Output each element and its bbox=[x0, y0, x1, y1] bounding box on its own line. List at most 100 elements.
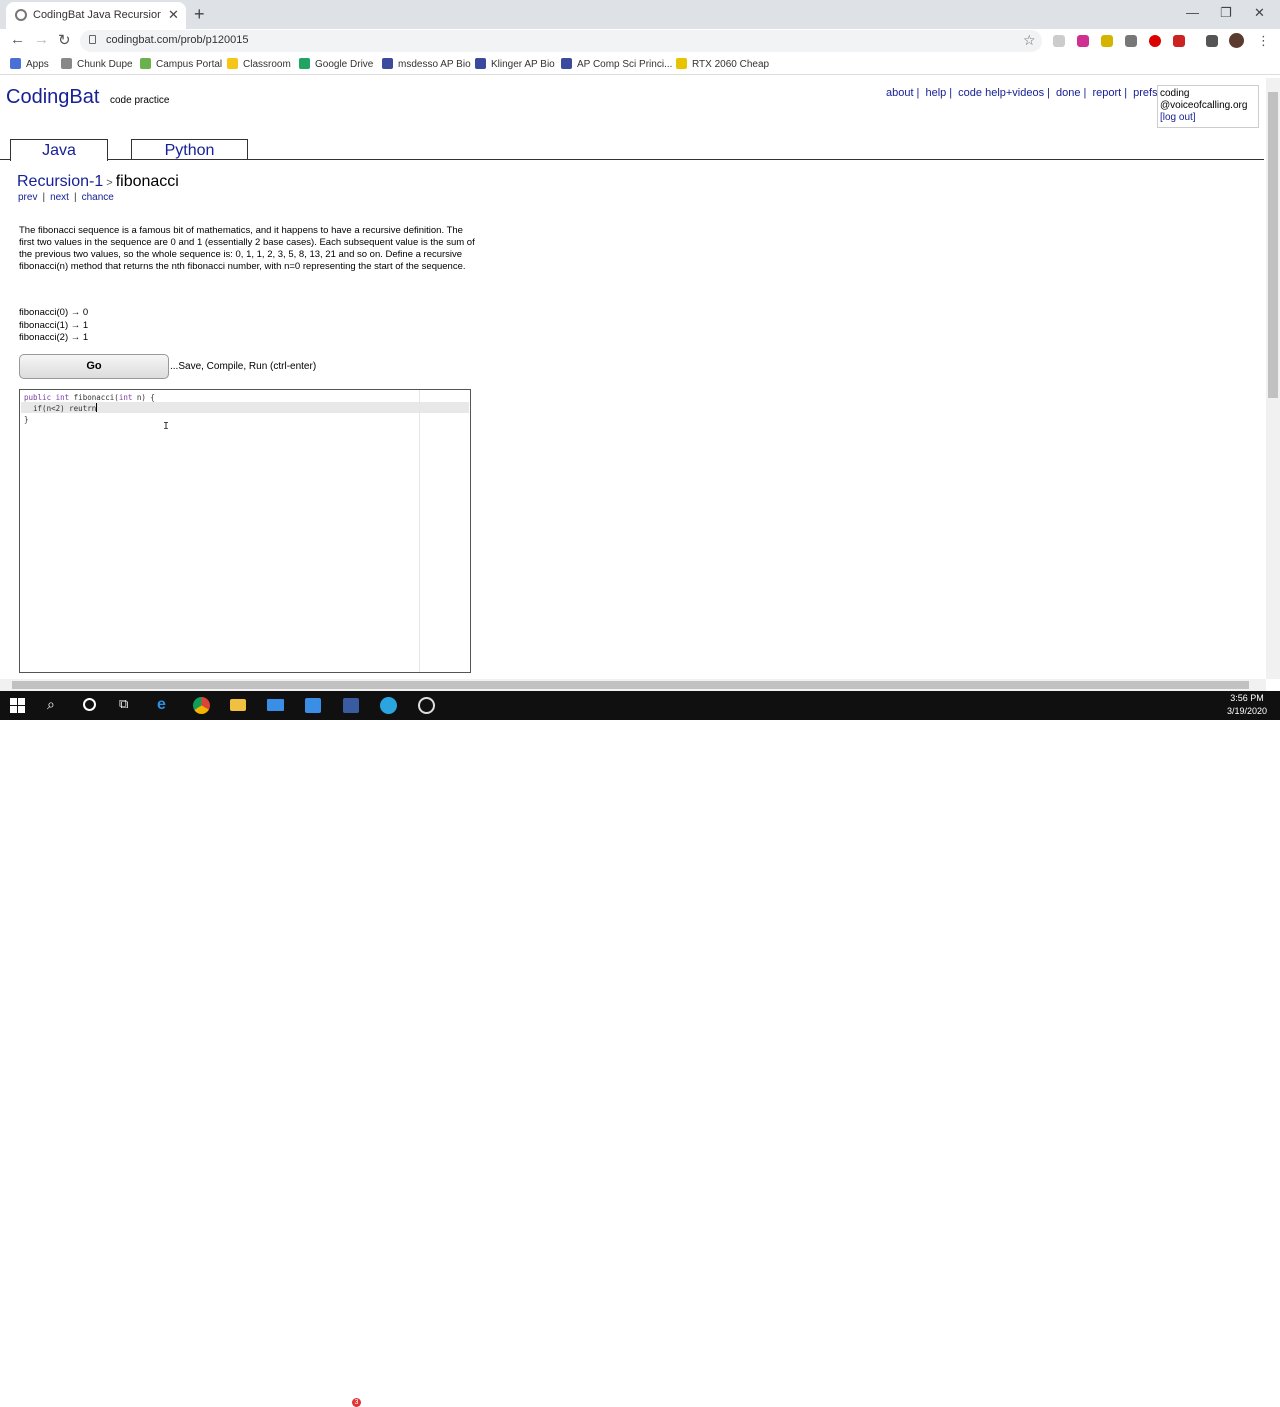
bookmark-icon bbox=[61, 58, 72, 69]
bookmark-item[interactable]: RTX 2060 Cheap bbox=[676, 58, 769, 70]
link-done[interactable]: done bbox=[1056, 87, 1080, 99]
top-links: about | help | code help+videos | done | rep… bbox=[886, 87, 1158, 99]
examples: fibonacci(0) → 0 fibonacci(1) → 1 fibona… bbox=[19, 307, 88, 345]
example-line: fibonacci(0) → 0 bbox=[19, 307, 89, 318]
extension-icon[interactable] bbox=[1053, 35, 1065, 47]
bookmark-icon bbox=[140, 58, 151, 69]
app-icon[interactable] bbox=[418, 697, 435, 714]
bookmark-item[interactable]: Campus Portal bbox=[140, 58, 222, 70]
system-clock[interactable]: 3:56 PM 3/19/2020 bbox=[1222, 692, 1272, 718]
code-editor[interactable]: public int fibonacci(int n) { if(n<2) re… bbox=[19, 389, 471, 673]
reload-icon[interactable]: ↻ bbox=[58, 31, 71, 49]
chrome-icon[interactable] bbox=[193, 697, 210, 714]
link-prefs[interactable]: prefs bbox=[1133, 87, 1157, 99]
link-about[interactable]: about bbox=[886, 87, 914, 99]
link-code-help-videos[interactable]: code help+videos bbox=[958, 87, 1044, 99]
example-line: fibonacci(2) → 1 bbox=[19, 332, 89, 343]
menu-icon[interactable]: ⋮ bbox=[1257, 33, 1270, 49]
close-tab-icon[interactable]: ✕ bbox=[168, 7, 179, 23]
task-view-icon[interactable]: ⧉ bbox=[119, 696, 137, 714]
extension-icon[interactable] bbox=[1149, 35, 1161, 47]
extension-icon[interactable] bbox=[1125, 35, 1137, 47]
lock-icon bbox=[89, 35, 96, 44]
extension-icon[interactable] bbox=[1173, 35, 1185, 47]
vertical-scrollbar[interactable] bbox=[1266, 78, 1280, 679]
taskbar: ⌕ ⧉ e 3 3:56 PM 3/19/2020 bbox=[0, 691, 1280, 1407]
user-box: coding @voiceofcalling.org [log out] bbox=[1157, 85, 1259, 128]
scrollbar-thumb[interactable] bbox=[1268, 92, 1278, 398]
store-icon[interactable] bbox=[305, 698, 321, 713]
bookmarks-bar: Apps Chunk Dupe Campus Portal Classroom … bbox=[0, 55, 1280, 75]
problem-description: The fibonacci sequence is a famous bit o… bbox=[19, 225, 475, 272]
url-text: codingbat.com/prob/p120015 bbox=[106, 34, 249, 46]
bookmark-icon bbox=[382, 58, 393, 69]
file-explorer-icon[interactable] bbox=[230, 699, 246, 711]
globe-icon bbox=[15, 9, 27, 21]
tab-java[interactable]: Java bbox=[10, 139, 108, 161]
restore-icon[interactable]: ❐ bbox=[1220, 5, 1232, 21]
text-cursor bbox=[96, 403, 98, 412]
close-window-icon[interactable]: ✕ bbox=[1254, 5, 1265, 21]
example-line: fibonacci(1) → 1 bbox=[19, 319, 89, 331]
new-tab-icon[interactable]: + bbox=[194, 4, 205, 25]
app-icon[interactable] bbox=[343, 698, 359, 713]
print-margin bbox=[419, 390, 420, 672]
bookmark-star-icon[interactable]: ☆ bbox=[1023, 32, 1036, 49]
tab-python[interactable]: Python bbox=[131, 139, 248, 160]
site-tagline: code practice bbox=[110, 95, 170, 106]
google-drive-icon bbox=[299, 58, 310, 69]
windows-start-icon[interactable] bbox=[10, 698, 25, 713]
search-icon[interactable]: ⌕ bbox=[47, 696, 65, 714]
address-bar[interactable]: codingbat.com/prob/p120015 ☆ bbox=[80, 30, 1042, 52]
prev-link[interactable]: prev bbox=[18, 192, 37, 203]
extension-icon[interactable] bbox=[1206, 35, 1218, 47]
horizontal-scrollbar[interactable] bbox=[0, 679, 1266, 691]
ibeam-cursor-icon: I bbox=[163, 421, 170, 432]
problem-nav: prev | next | chance bbox=[18, 192, 114, 203]
bookmark-item[interactable]: Chunk Dupe bbox=[61, 58, 133, 70]
bookmark-item[interactable]: Klinger AP Bio bbox=[475, 58, 555, 70]
notification-badge: 3 bbox=[352, 1398, 361, 1407]
extension-icon[interactable] bbox=[1101, 35, 1113, 47]
minimize-icon[interactable]: — bbox=[1186, 5, 1199, 20]
clock-time: 3:56 PM bbox=[1230, 693, 1264, 703]
breadcrumb-section[interactable]: Recursion-1 bbox=[17, 173, 103, 190]
clock-date: 3/19/2020 bbox=[1226, 706, 1268, 716]
next-link[interactable]: next bbox=[50, 192, 69, 203]
bookmark-icon bbox=[475, 58, 486, 69]
bookmark-item[interactable]: Classroom bbox=[227, 58, 291, 70]
bookmark-icon bbox=[227, 58, 238, 69]
bookmark-item[interactable]: AP Comp Sci Princi... bbox=[561, 58, 672, 70]
app-icon[interactable] bbox=[380, 697, 397, 714]
bookmark-item[interactable]: msdesso AP Bio bbox=[382, 58, 471, 70]
link-report[interactable]: report bbox=[1092, 87, 1121, 99]
site-logo[interactable]: CodingBat bbox=[6, 86, 99, 109]
link-help[interactable]: help bbox=[925, 87, 946, 99]
bookmark-icon bbox=[561, 58, 572, 69]
forward-icon[interactable]: → bbox=[34, 31, 49, 48]
user-name: coding bbox=[1160, 88, 1190, 99]
go-button[interactable]: Go bbox=[19, 354, 169, 379]
bookmark-item[interactable]: Google Drive bbox=[299, 58, 373, 70]
folder-icon bbox=[676, 58, 687, 69]
cortana-icon[interactable] bbox=[83, 698, 96, 711]
user-domain: @voiceofcalling.org bbox=[1160, 100, 1248, 111]
extension-icon[interactable] bbox=[1077, 35, 1089, 47]
breadcrumb: Recursion-1 > fibonacci bbox=[17, 173, 179, 191]
go-hint: ...Save, Compile, Run (ctrl-enter) bbox=[170, 361, 317, 372]
browser-tab[interactable]: CodingBat Java Recursion-1 fibo ✕ bbox=[6, 2, 186, 29]
logout-link[interactable]: [log out] bbox=[1160, 112, 1256, 124]
back-icon[interactable]: ← bbox=[10, 31, 25, 48]
edge-icon[interactable]: e bbox=[157, 696, 175, 714]
code-text[interactable]: public int fibonacci(int n) { if(n<2) re… bbox=[24, 392, 155, 425]
tab-strip: CodingBat Java Recursion-1 fibo ✕ + — ❐ … bbox=[0, 0, 1280, 29]
bookmark-apps[interactable]: Apps bbox=[10, 58, 49, 70]
mail-icon[interactable] bbox=[267, 699, 284, 711]
breadcrumb-separator: > bbox=[106, 177, 113, 189]
chance-link[interactable]: chance bbox=[82, 192, 114, 203]
problem-title: fibonacci bbox=[115, 173, 179, 190]
apps-grid-icon bbox=[10, 58, 21, 69]
tab-title: CodingBat Java Recursion-1 fibo bbox=[33, 9, 161, 21]
profile-avatar[interactable] bbox=[1229, 33, 1244, 48]
scrollbar-thumb[interactable] bbox=[12, 681, 1249, 689]
